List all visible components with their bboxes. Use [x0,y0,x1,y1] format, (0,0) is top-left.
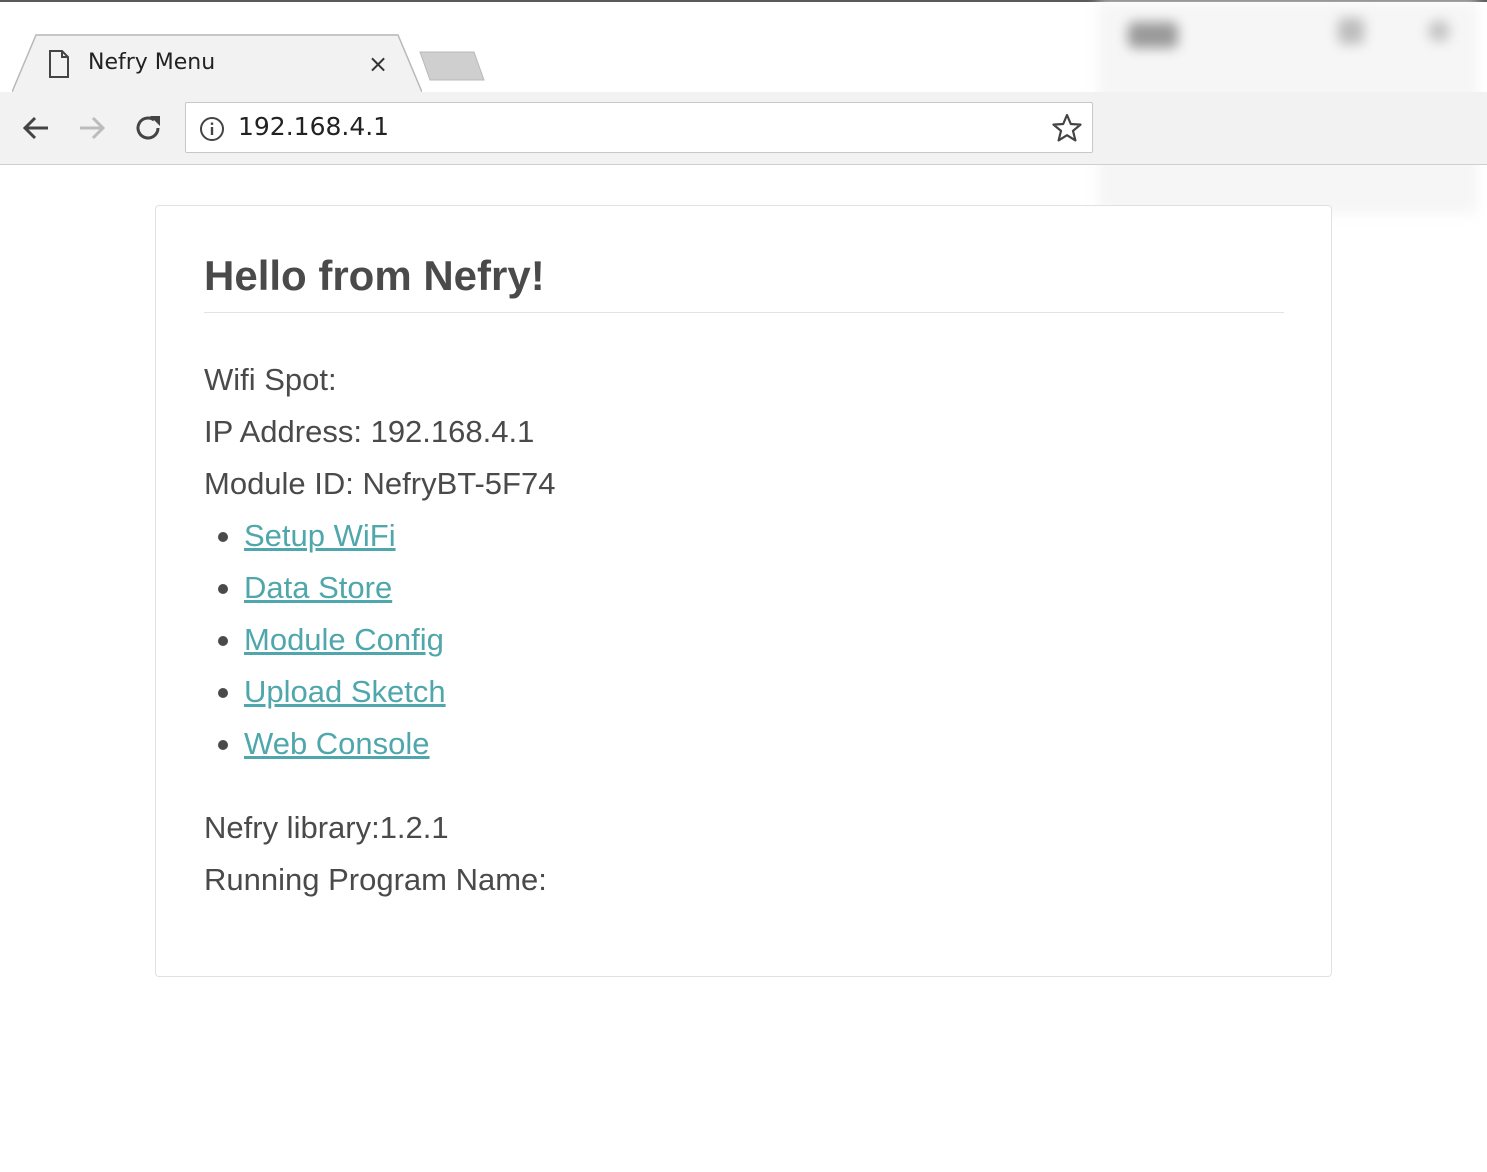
page-title: Hello from Nefry! [204,252,545,299]
url-text[interactable]: 192.168.4.1 [238,112,389,141]
info-icon[interactable] [199,116,225,147]
wifi-spot-text: Wifi Spot: [204,362,337,397]
document-icon [48,50,70,83]
module-id-text: Module ID: NefryBT-5F74 [204,466,556,501]
reload-icon[interactable] [132,112,164,144]
tab-title: Nefry Menu [88,50,216,75]
bullet [218,688,228,698]
bullet [218,636,228,646]
upload-sketch-link[interactable]: Upload Sketch [244,672,446,712]
library-version-text: Nefry library:1.2.1 [204,810,449,845]
web-console-link[interactable]: Web Console [244,724,430,764]
program-name-text: Running Program Name: [204,862,547,897]
bullet [218,740,228,750]
heading-divider [204,312,1284,313]
bullet [218,584,228,594]
back-arrow-icon[interactable] [20,112,52,144]
tab-outline [12,34,422,92]
ip-address-text: IP Address: 192.168.4.1 [204,414,535,449]
data-store-link[interactable]: Data Store [244,568,392,608]
new-tab-button[interactable] [418,48,488,87]
module-config-link[interactable]: Module Config [244,620,444,660]
bullet [218,532,228,542]
star-icon[interactable] [1052,113,1082,148]
setup-wifi-link[interactable]: Setup WiFi [244,516,396,556]
forward-arrow-icon[interactable] [76,112,108,144]
close-icon[interactable]: × [368,52,388,76]
